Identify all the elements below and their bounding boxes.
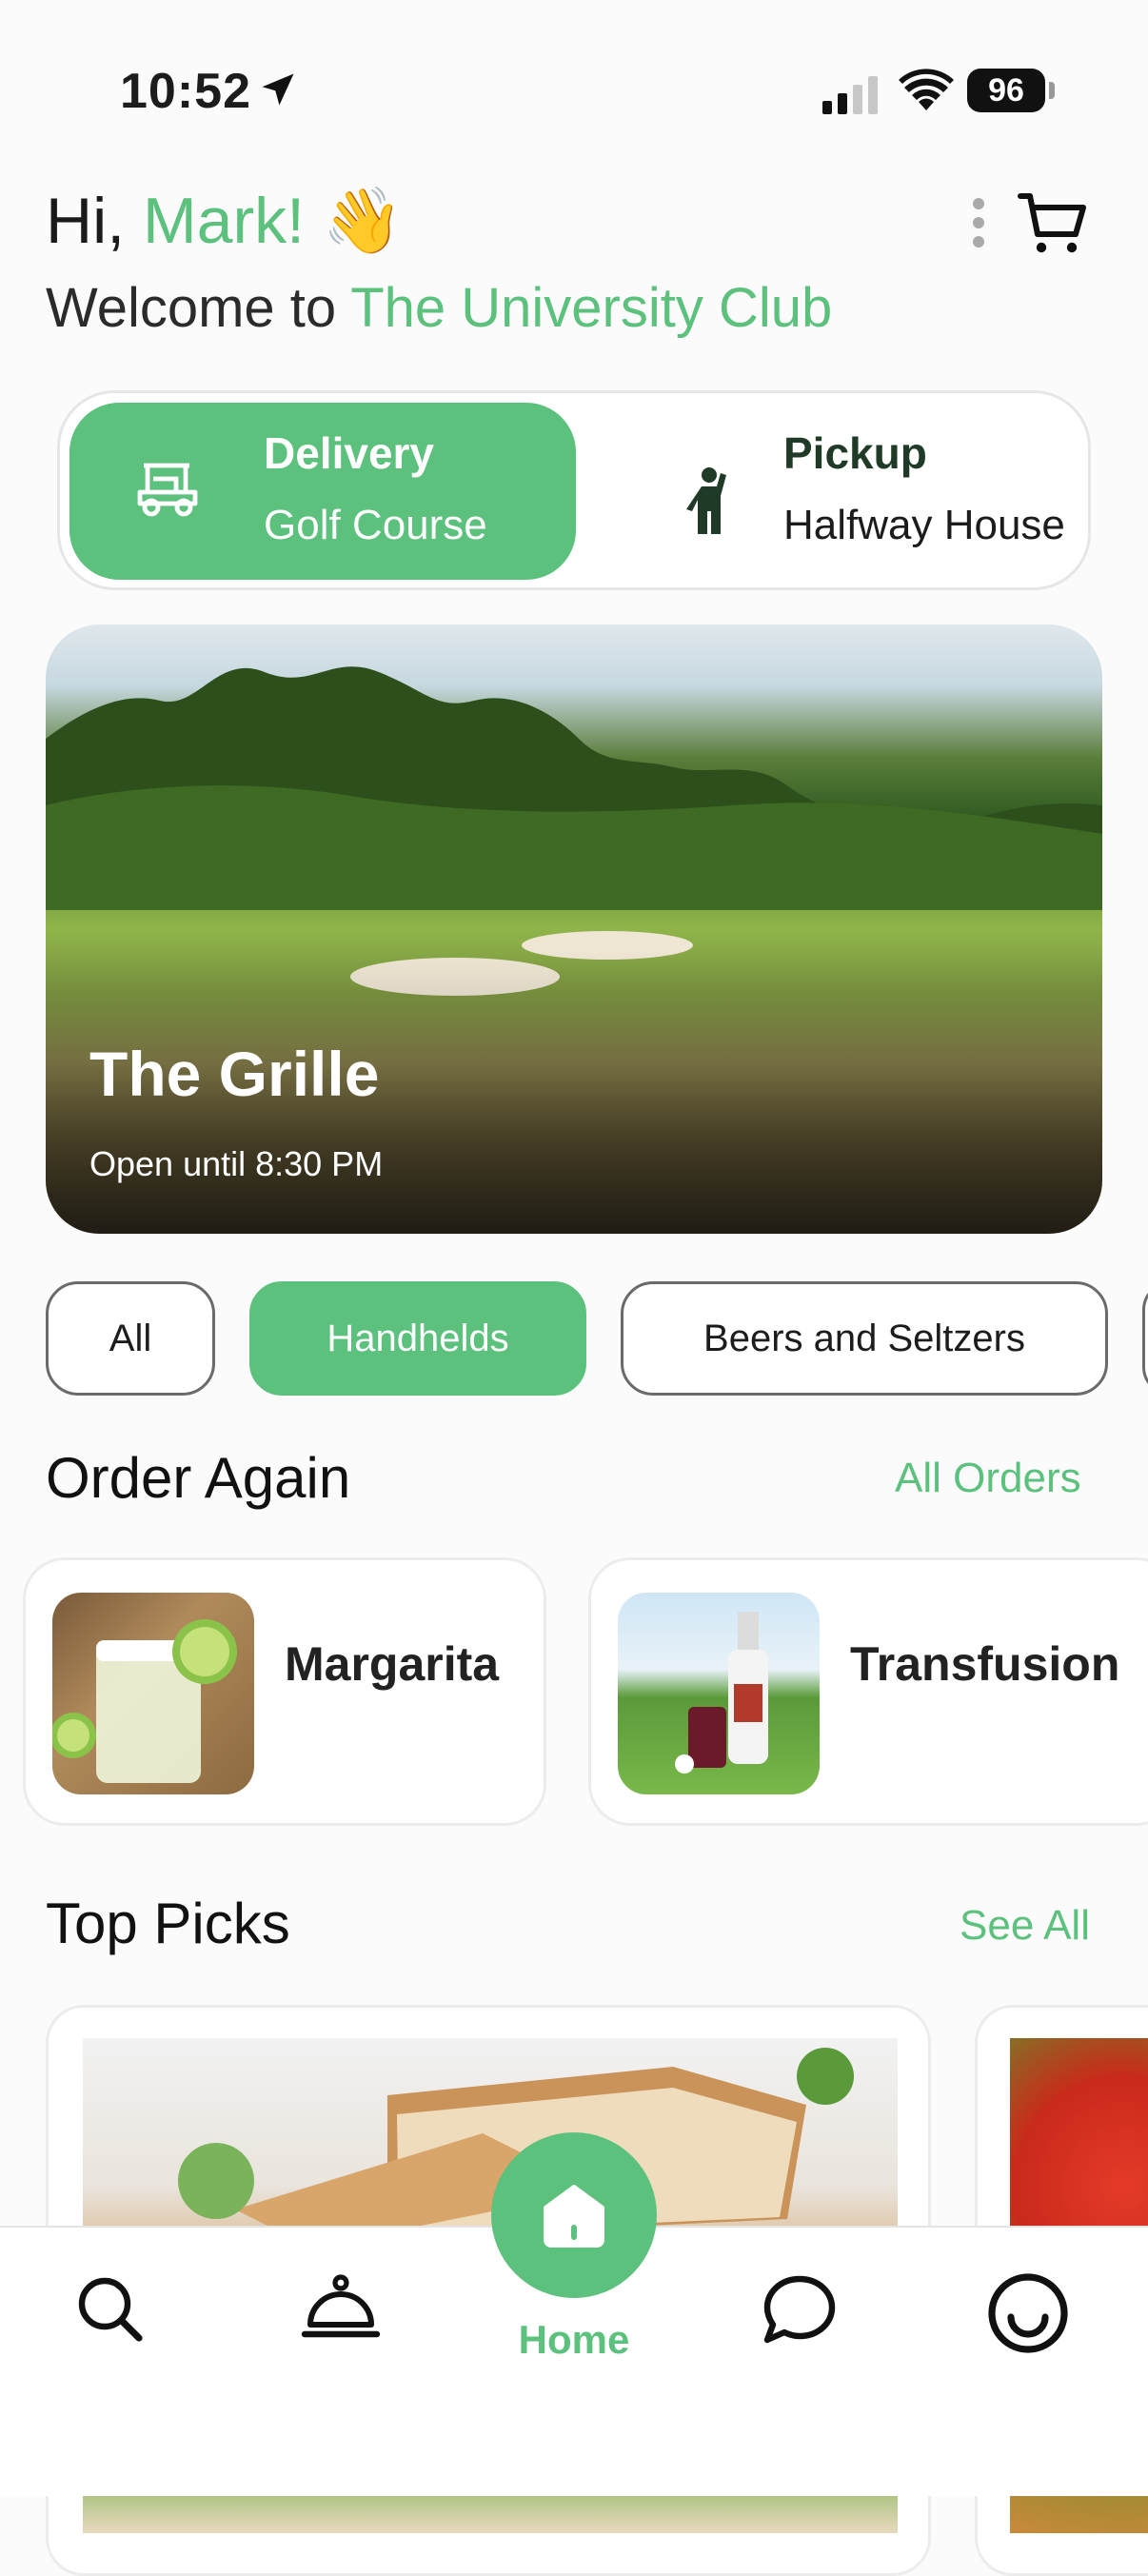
home-indicator xyxy=(381,2454,767,2467)
tab-label-home[interactable]: Home xyxy=(514,2317,634,2363)
category-chip-beers-and-seltzers[interactable]: Beers and Seltzers xyxy=(621,1281,1108,1396)
cart-icon[interactable] xyxy=(1015,187,1091,263)
greeting-prefix: Hi, xyxy=(46,185,143,257)
golf-course-image xyxy=(46,666,1102,910)
top-picks-title: Top Picks xyxy=(46,1892,290,1955)
order-mode-toggle: Delivery Golf Course Pickup Halfway Hous… xyxy=(57,390,1091,590)
order-again-card-transfusion[interactable]: Transfusion xyxy=(588,1557,1148,1826)
order-again-title: Order Again xyxy=(46,1446,351,1510)
cellular-signal-icon xyxy=(822,76,878,114)
category-chip-handhelds[interactable]: Handhelds xyxy=(249,1281,586,1396)
order-item-name: Margarita xyxy=(285,1637,500,1691)
home-icon xyxy=(544,2185,604,2248)
profile-icon[interactable] xyxy=(986,2271,1070,2355)
transfusion-image xyxy=(618,1593,820,1794)
greeting: Hi, Mark! 👋 xyxy=(46,183,404,259)
restaurant-hero-card[interactable]: The Grille Open until 8:30 PM xyxy=(46,624,1102,1234)
location-arrow-icon xyxy=(262,73,294,106)
welcome-prefix: Welcome to xyxy=(46,277,351,339)
battery-indicator: 96 xyxy=(967,69,1055,112)
user-name: Mark! xyxy=(143,185,305,257)
waving-hand-icon: 👋 xyxy=(322,185,404,257)
order-again-card-margarita[interactable]: Margarita xyxy=(23,1557,546,1826)
wifi-icon xyxy=(899,69,954,110)
see-all-link[interactable]: See All xyxy=(960,1902,1090,1950)
category-chip-partial[interactable] xyxy=(1142,1281,1148,1396)
status-time: 10:52 xyxy=(120,64,251,119)
home-button[interactable] xyxy=(491,2132,657,2298)
search-icon[interactable] xyxy=(72,2271,148,2348)
pickup-subtitle: Halfway House xyxy=(783,502,1065,548)
all-orders-link[interactable]: All Orders xyxy=(895,1455,1081,1502)
delivery-title: Delivery xyxy=(264,428,435,478)
welcome-text: Welcome to The University Club xyxy=(46,276,832,340)
person-waving-icon xyxy=(686,467,726,534)
service-bell-icon[interactable] xyxy=(299,2271,383,2348)
more-options-icon[interactable] xyxy=(973,198,988,248)
order-item-name: Transfusion xyxy=(850,1637,1120,1691)
pickup-option[interactable]: Pickup Halfway House xyxy=(593,403,1079,580)
delivery-option[interactable]: Delivery Golf Course xyxy=(69,403,576,580)
status-bar: 10:52 96 xyxy=(0,0,1148,181)
chat-icon[interactable] xyxy=(760,2271,840,2348)
restaurant-hours: Open until 8:30 PM xyxy=(89,1144,384,1183)
pickup-title: Pickup xyxy=(783,428,927,478)
restaurant-name: The Grille xyxy=(89,1039,380,1109)
club-name: The University Club xyxy=(350,277,833,339)
golf-cart-icon xyxy=(137,463,198,517)
margarita-image xyxy=(52,1593,254,1794)
category-chip-all[interactable]: All xyxy=(46,1281,215,1396)
delivery-subtitle: Golf Course xyxy=(264,502,487,548)
